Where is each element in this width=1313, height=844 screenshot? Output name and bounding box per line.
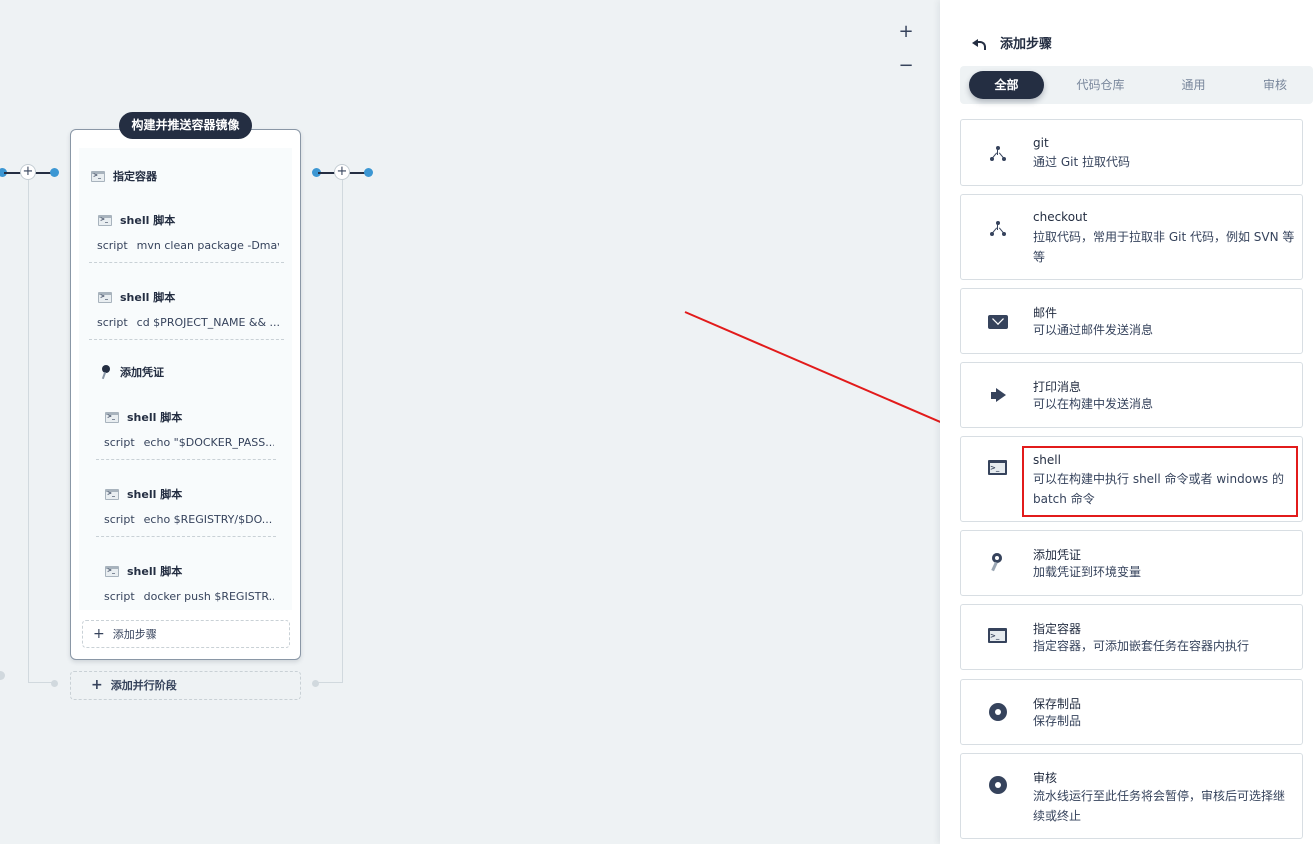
insert-stage-right-button[interactable]: + (334, 164, 350, 180)
plus-icon: + (91, 677, 103, 693)
step-option-name: git (1033, 136, 1049, 150)
step-shell-4[interactable]: shell 脚本 (105, 486, 182, 502)
step-script-2: script cd $PROJECT_NAME && ... (97, 316, 279, 329)
step-script-4: script echo $REGISTRY/$DO... (104, 513, 273, 526)
zoom-in-button[interactable]: + (896, 22, 916, 42)
megaphone-icon (988, 387, 1008, 407)
container-step-label: 指定容器 (113, 170, 157, 183)
step-option-git[interactable]: git 通过 Git 拉取代码 (960, 119, 1303, 186)
step-label: shell 脚本 (127, 411, 183, 424)
step-option-print-message[interactable]: 打印消息 可以在构建中发送消息 (960, 362, 1303, 428)
step-option-desc: 通过 Git 拉取代码 (1033, 155, 1130, 169)
step-option-mail[interactable]: 邮件 可以通过邮件发送消息 (960, 288, 1303, 354)
step-option-review[interactable]: 审核 流水线运行至此任务将会暂停，审核后可选择继续或终止 (960, 753, 1303, 839)
terminal-icon (91, 170, 105, 182)
right-parallel-line (342, 180, 343, 682)
step-divider (96, 536, 276, 537)
step-option-desc: 流水线运行至此任务将会暂停，审核后可选择继续或终止 (1033, 789, 1286, 823)
left-parallel-dot (51, 680, 58, 687)
step-script-3: script echo "$DOCKER_PASS... (104, 436, 274, 449)
branch-icon (988, 219, 1008, 239)
panel-title: 添加步骤 (1000, 37, 1053, 52)
tab-review[interactable]: 审核 (1250, 71, 1300, 99)
step-divider (96, 459, 276, 460)
step-script-5: script docker push $REGISTR... (104, 590, 274, 603)
right-parallel-dot (312, 680, 319, 687)
terminal-icon (105, 411, 119, 423)
step-option-checkout[interactable]: checkout 拉取代码，常用于拉取非 Git 代码，例如 SVN 等等 (960, 194, 1303, 280)
disc-icon (988, 775, 1008, 795)
step-option-archive-artifact[interactable]: 保存制品 保存制品 (960, 679, 1303, 745)
plus-icon: + (93, 626, 105, 642)
step-label: shell 脚本 (127, 488, 183, 501)
pipeline-canvas[interactable]: + − + + 构建并推送容器镜像 指定容器 shell 脚本 scriptmv… (0, 0, 940, 844)
container-step[interactable]: 指定容器 (91, 168, 157, 184)
step-option-desc: 可以在构建中执行 shell 命令或者 windows 的 batch 命令 (1033, 472, 1284, 506)
step-option-shell[interactable]: shell 可以在构建中执行 shell 命令或者 windows 的 batc… (960, 436, 1303, 522)
terminal-icon (988, 626, 1008, 646)
add-parallel-stage-button[interactable]: + 添加并行阶段 (70, 671, 301, 700)
right-connector-dot-end (364, 168, 373, 177)
terminal-icon (988, 458, 1008, 478)
terminal-icon (105, 565, 119, 577)
disc-icon (988, 702, 1008, 722)
step-option-name: 指定容器 (1033, 622, 1082, 636)
step-label: shell 脚本 (120, 214, 176, 227)
step-shell-3[interactable]: shell 脚本 (105, 409, 182, 425)
stage-card[interactable]: 指定容器 shell 脚本 scriptmvn clean package -D… (70, 129, 301, 660)
left-connector-dot-end (50, 168, 59, 177)
stage-title[interactable]: 构建并推送容器镜像 (119, 112, 252, 139)
step-option-name: checkout (1033, 210, 1088, 224)
zoom-out-button[interactable]: − (896, 56, 916, 76)
step-option-desc: 指定容器，可添加嵌套任务在容器内执行 (1033, 639, 1250, 653)
terminal-icon (105, 488, 119, 500)
step-option-name: 保存制品 (1033, 697, 1082, 711)
terminal-icon (98, 214, 112, 226)
key-icon (100, 365, 112, 379)
step-option-name: 邮件 (1033, 306, 1058, 320)
step-label: shell 脚本 (120, 291, 176, 304)
key-icon (988, 553, 1008, 573)
tab-general[interactable]: 通用 (1156, 71, 1231, 99)
tab-code-repository[interactable]: 代码仓库 (1063, 71, 1138, 99)
panel-header: 添加步骤 (970, 33, 1052, 52)
mail-icon (988, 315, 1008, 329)
step-shell-2[interactable]: shell 脚本 (98, 289, 175, 305)
step-option-name: shell (1033, 453, 1061, 467)
step-option-desc: 拉取代码，常用于拉取非 Git 代码，例如 SVN 等等 (1033, 230, 1295, 264)
container-group: 指定容器 shell 脚本 scriptmvn clean package -D… (79, 148, 292, 610)
step-option-desc: 可以在构建中发送消息 (1033, 397, 1154, 411)
terminal-icon (98, 291, 112, 303)
step-option-desc: 加载凭证到环境变量 (1033, 565, 1142, 579)
left-parallel-line (28, 180, 29, 682)
step-shell-1[interactable]: shell 脚本 (98, 212, 175, 228)
step-label: shell 脚本 (127, 565, 183, 578)
step-option-container[interactable]: 指定容器 指定容器，可添加嵌套任务在容器内执行 (960, 604, 1303, 670)
add-step-button[interactable]: + 添加步骤 (82, 620, 290, 648)
tab-all[interactable]: 全部 (969, 71, 1044, 99)
step-category-tabs: 全部 代码仓库 通用 审核 (960, 66, 1313, 104)
credential-step[interactable]: 添加凭证 (100, 364, 164, 380)
step-divider (89, 262, 284, 263)
branch-icon (988, 144, 1008, 164)
step-script-1: script mvn clean package -Dmav... (97, 239, 279, 252)
credential-step-label: 添加凭证 (120, 366, 164, 379)
back-arrow-icon[interactable] (970, 35, 986, 51)
step-option-desc: 可以通过邮件发送消息 (1033, 323, 1154, 337)
step-option-name: 审核 (1033, 771, 1058, 785)
step-option-add-credential[interactable]: 添加凭证 加载凭证到环境变量 (960, 530, 1303, 596)
step-option-name: 添加凭证 (1033, 548, 1082, 562)
step-shell-5[interactable]: shell 脚本 (105, 563, 182, 579)
insert-stage-left-button[interactable]: + (20, 164, 36, 180)
step-option-name: 打印消息 (1033, 380, 1082, 394)
step-option-desc: 保存制品 (1033, 714, 1082, 728)
step-divider (89, 339, 284, 340)
right-parallel-bottom-line (316, 682, 343, 683)
add-step-panel: 添加步骤 全部 代码仓库 通用 审核 git 通过 Git 拉取代码 check… (940, 0, 1313, 844)
left-edge-dot (0, 671, 5, 680)
